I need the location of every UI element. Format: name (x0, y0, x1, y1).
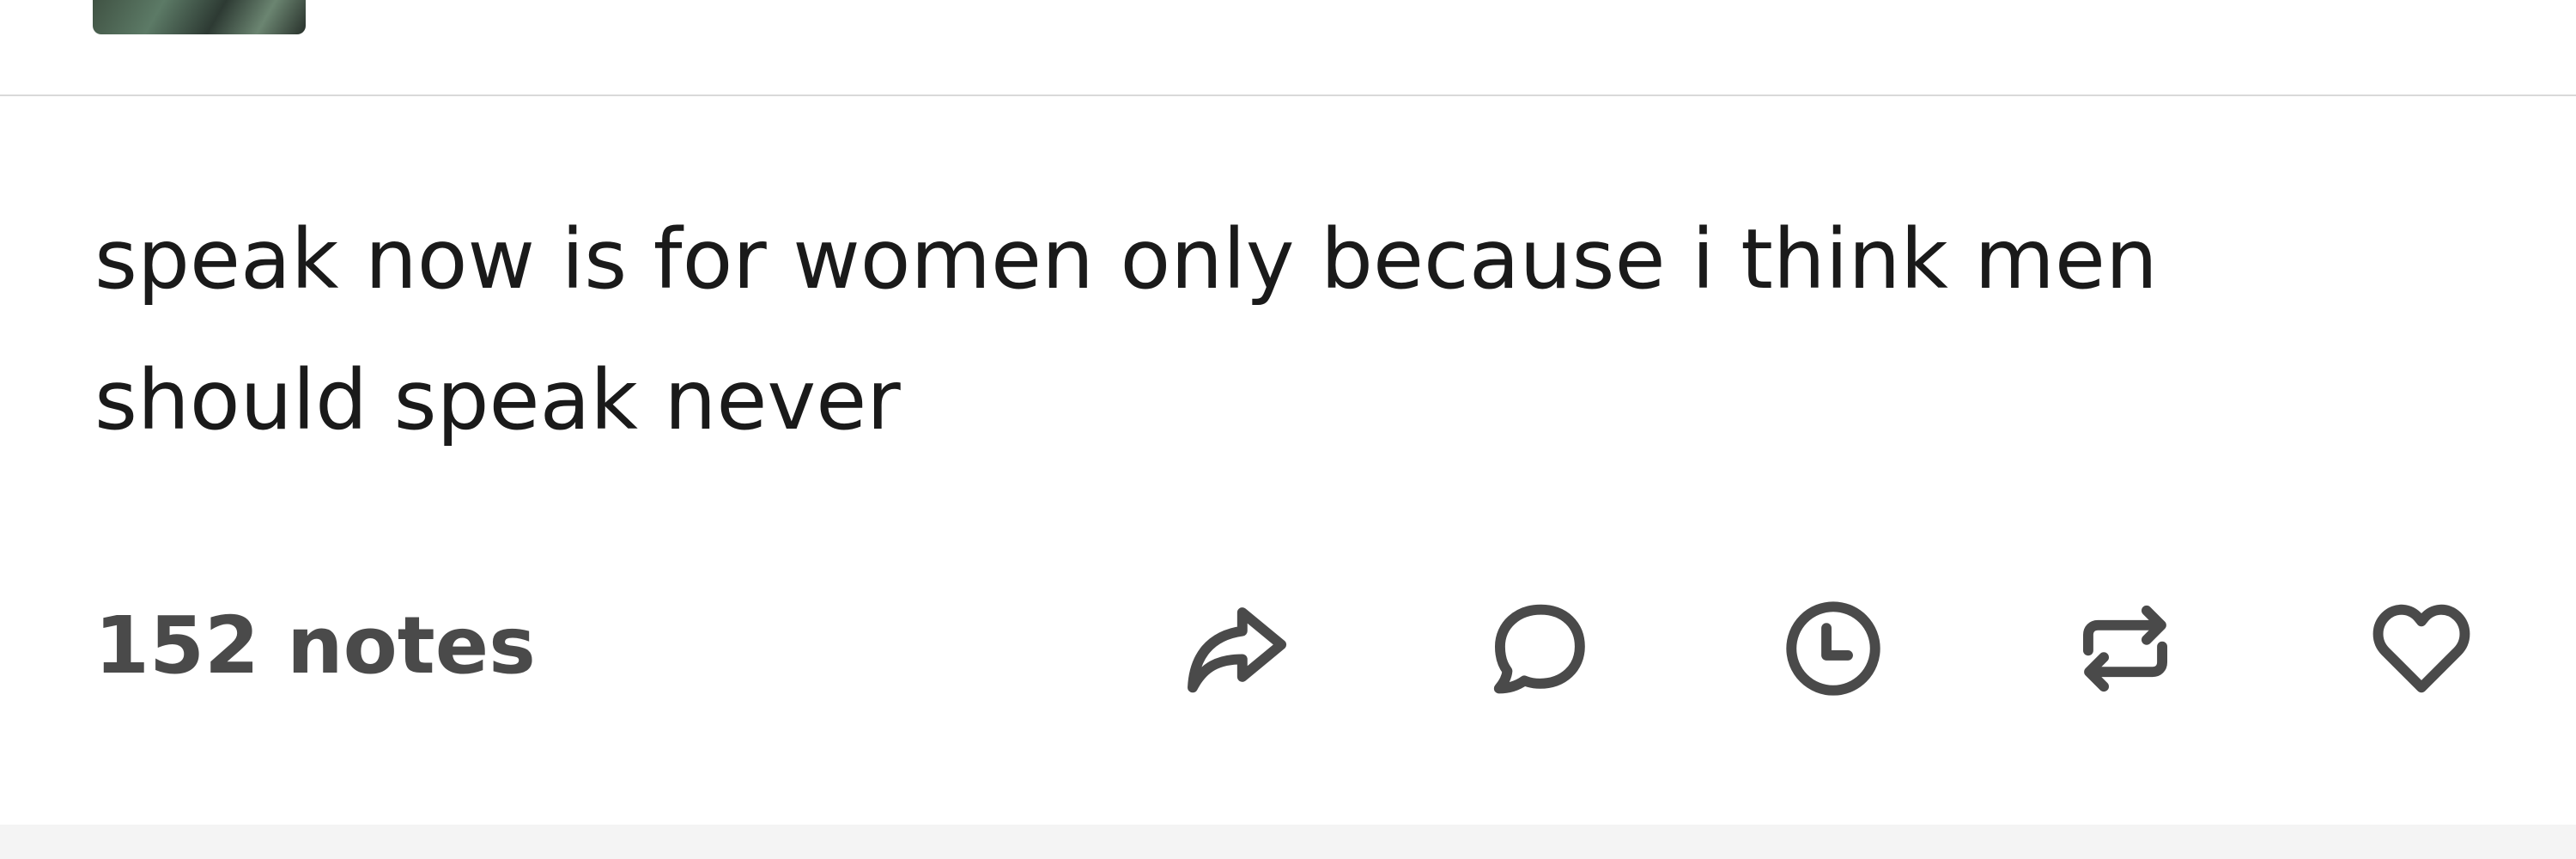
share-button[interactable] (1172, 584, 1301, 713)
reblog-icon (2082, 605, 2168, 692)
bottom-strip (0, 825, 2576, 859)
post-text-line-1: speak now is for women only because i th… (94, 211, 2158, 308)
comment-icon (1493, 604, 1585, 694)
header-divider (0, 94, 2576, 96)
post-footer: 152 notes (0, 584, 2576, 722)
clock-icon (1786, 601, 1880, 696)
reply-button[interactable] (1473, 584, 1601, 713)
reblog-button[interactable] (2061, 584, 2190, 713)
avatar[interactable] (93, 0, 306, 34)
share-icon (1188, 607, 1287, 693)
tumblr-post: speak now is for women only because i th… (0, 0, 2576, 859)
queue-button[interactable] (1769, 584, 1898, 713)
post-text: speak now is for women only because i th… (94, 189, 2413, 471)
post-text-line-2: should speak never (94, 352, 901, 448)
heart-icon (2372, 604, 2470, 693)
notes-count[interactable]: 152 notes (94, 600, 536, 691)
like-button[interactable] (2357, 584, 2486, 713)
